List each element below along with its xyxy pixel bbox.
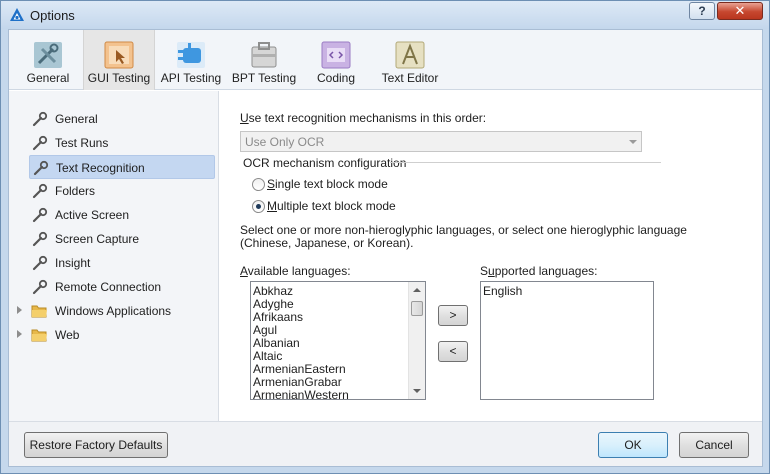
wrench-icon bbox=[32, 111, 48, 127]
scrollbar-thumb[interactable] bbox=[411, 301, 423, 316]
scroll-up-arrow-icon[interactable] bbox=[413, 288, 421, 292]
tree-item-text-recognition[interactable]: Text Recognition bbox=[29, 155, 215, 179]
multiple-block-label[interactable]: Multiple text block mode bbox=[267, 199, 396, 213]
language-instruction-line2: (Chinese, Japanese, or Korean). bbox=[240, 236, 414, 250]
folder-icon bbox=[31, 305, 47, 318]
tree-item-label: Folders bbox=[55, 184, 96, 198]
supported-languages-label: Supported languages: bbox=[480, 264, 598, 278]
tab-api-testing[interactable]: API Testing bbox=[155, 30, 227, 90]
bpt-testing-icon bbox=[251, 42, 277, 68]
add-language-button[interactable]: > bbox=[438, 305, 468, 326]
recognition-order-value: Use Only OCR bbox=[245, 135, 325, 149]
wrench-icon bbox=[32, 135, 48, 151]
category-toolbar: General GUI Testing API Testing BPT Test… bbox=[9, 30, 762, 90]
wrench-icon bbox=[32, 231, 48, 247]
coding-icon bbox=[321, 41, 351, 69]
tab-gui-testing[interactable]: GUI Testing bbox=[83, 30, 155, 90]
wrench-icon bbox=[32, 183, 48, 199]
scroll-down-arrow-icon[interactable] bbox=[413, 389, 421, 393]
restore-defaults-button[interactable]: Restore Factory Defaults bbox=[24, 432, 168, 458]
tree-item-label: Insight bbox=[55, 256, 91, 270]
tree-item-label: Text Recognition bbox=[56, 161, 145, 175]
gui-testing-icon bbox=[104, 41, 134, 69]
tab-gui-testing-label: GUI Testing bbox=[87, 71, 151, 85]
list-item[interactable]: Adyghe bbox=[253, 297, 294, 311]
single-block-radio[interactable] bbox=[252, 178, 265, 191]
list-item[interactable]: ArmenianWestern bbox=[253, 388, 349, 399]
expand-arrow-icon[interactable] bbox=[17, 306, 22, 314]
list-item[interactable]: Afrikaans bbox=[253, 310, 303, 324]
options-client-area: General GUI Testing API Testing BPT Test… bbox=[8, 29, 763, 467]
tree-item-remote-connection[interactable]: Remote Connection bbox=[29, 275, 215, 299]
chevron-down-icon bbox=[629, 140, 637, 144]
multiple-block-radio[interactable] bbox=[252, 200, 265, 213]
tree-item-label: Windows Applications bbox=[55, 304, 172, 318]
tree-item-label: General bbox=[55, 112, 98, 126]
tab-coding[interactable]: Coding bbox=[301, 30, 371, 90]
tab-coding-label: Coding bbox=[316, 71, 356, 85]
language-instruction-line1: Select one or more non-hieroglyphic lang… bbox=[240, 223, 687, 237]
tab-general[interactable]: General bbox=[13, 30, 83, 90]
tree-item-web[interactable]: Web bbox=[17, 323, 215, 347]
tree-item-folders[interactable]: Folders bbox=[29, 179, 215, 203]
wrench-icon bbox=[33, 160, 49, 176]
available-languages-label: Available languages: bbox=[240, 264, 351, 278]
text-editor-icon bbox=[395, 41, 425, 69]
available-languages-scrollbar[interactable] bbox=[408, 282, 425, 399]
wrench-icon bbox=[32, 207, 48, 223]
tree-item-label: Test Runs bbox=[55, 136, 109, 150]
ok-button[interactable]: OK bbox=[598, 432, 668, 458]
tab-text-editor-label: Text Editor bbox=[381, 71, 439, 85]
window-title: Options bbox=[30, 8, 75, 23]
list-item[interactable]: English bbox=[483, 284, 522, 298]
tab-general-label: General bbox=[26, 71, 70, 85]
list-item[interactable]: Albanian bbox=[253, 336, 300, 350]
group-divider bbox=[390, 162, 661, 163]
list-item[interactable]: ArmenianGrabar bbox=[253, 375, 342, 389]
title-bar: Options ? ✕ bbox=[1, 1, 769, 29]
tree-item-insight[interactable]: Insight bbox=[29, 251, 215, 275]
api-testing-icon bbox=[177, 42, 205, 68]
tab-bpt-testing[interactable]: BPT Testing bbox=[227, 30, 301, 90]
tree-item-test-runs[interactable]: Test Runs bbox=[29, 131, 215, 155]
tree-item-label: Remote Connection bbox=[55, 280, 162, 294]
tree-item-label: Active Screen bbox=[55, 208, 130, 222]
ocr-config-group-label: OCR mechanism configuration bbox=[243, 156, 407, 170]
expand-arrow-icon[interactable] bbox=[17, 330, 22, 338]
tree-item-label: Screen Capture bbox=[55, 232, 140, 246]
tree-item-windows-applications[interactable]: Windows Applications bbox=[17, 299, 215, 323]
list-item[interactable]: Altaic bbox=[253, 349, 282, 363]
list-item[interactable]: Agul bbox=[253, 323, 277, 337]
list-item[interactable]: ArmenianEastern bbox=[253, 362, 346, 376]
supported-languages-list[interactable]: English bbox=[480, 281, 654, 400]
close-button[interactable]: ✕ bbox=[717, 2, 763, 20]
dialog-footer: Restore Factory Defaults OK Cancel bbox=[9, 421, 762, 466]
tab-bpt-testing-label: BPT Testing bbox=[231, 71, 297, 85]
tree-item-label: Web bbox=[55, 328, 80, 342]
single-block-label[interactable]: Single text block mode bbox=[267, 177, 388, 191]
radio-selected-dot bbox=[256, 204, 261, 209]
tree-item-general[interactable]: General bbox=[29, 107, 215, 131]
tab-api-testing-label: API Testing bbox=[160, 71, 222, 85]
wrench-icon bbox=[32, 255, 48, 271]
list-item[interactable]: Abkhaz bbox=[253, 284, 293, 298]
cancel-button[interactable]: Cancel bbox=[679, 432, 749, 458]
recognition-order-label: Use text recognition mechanisms in this … bbox=[240, 111, 487, 125]
help-button[interactable]: ? bbox=[689, 2, 715, 20]
text-recognition-panel: Use text recognition mechanisms in this … bbox=[220, 91, 762, 421]
tab-text-editor[interactable]: Text Editor bbox=[371, 30, 449, 90]
available-languages-list[interactable]: Abkhaz Adyghe Afrikaans Agul Albanian Al… bbox=[250, 281, 426, 400]
recognition-order-select[interactable]: Use Only OCR bbox=[240, 131, 642, 152]
tree-item-screen-capture[interactable]: Screen Capture bbox=[29, 227, 215, 251]
app-logo-icon bbox=[10, 8, 24, 21]
remove-language-button[interactable]: < bbox=[438, 341, 468, 362]
options-tree: General Test Runs Text Recognition Folde… bbox=[9, 91, 219, 421]
options-window: Options ? ✕ General GUI Testing API Test… bbox=[0, 0, 770, 474]
general-tools-icon bbox=[34, 42, 62, 68]
wrench-icon bbox=[32, 279, 48, 295]
folder-icon bbox=[31, 329, 47, 342]
tree-item-active-screen[interactable]: Active Screen bbox=[29, 203, 215, 227]
